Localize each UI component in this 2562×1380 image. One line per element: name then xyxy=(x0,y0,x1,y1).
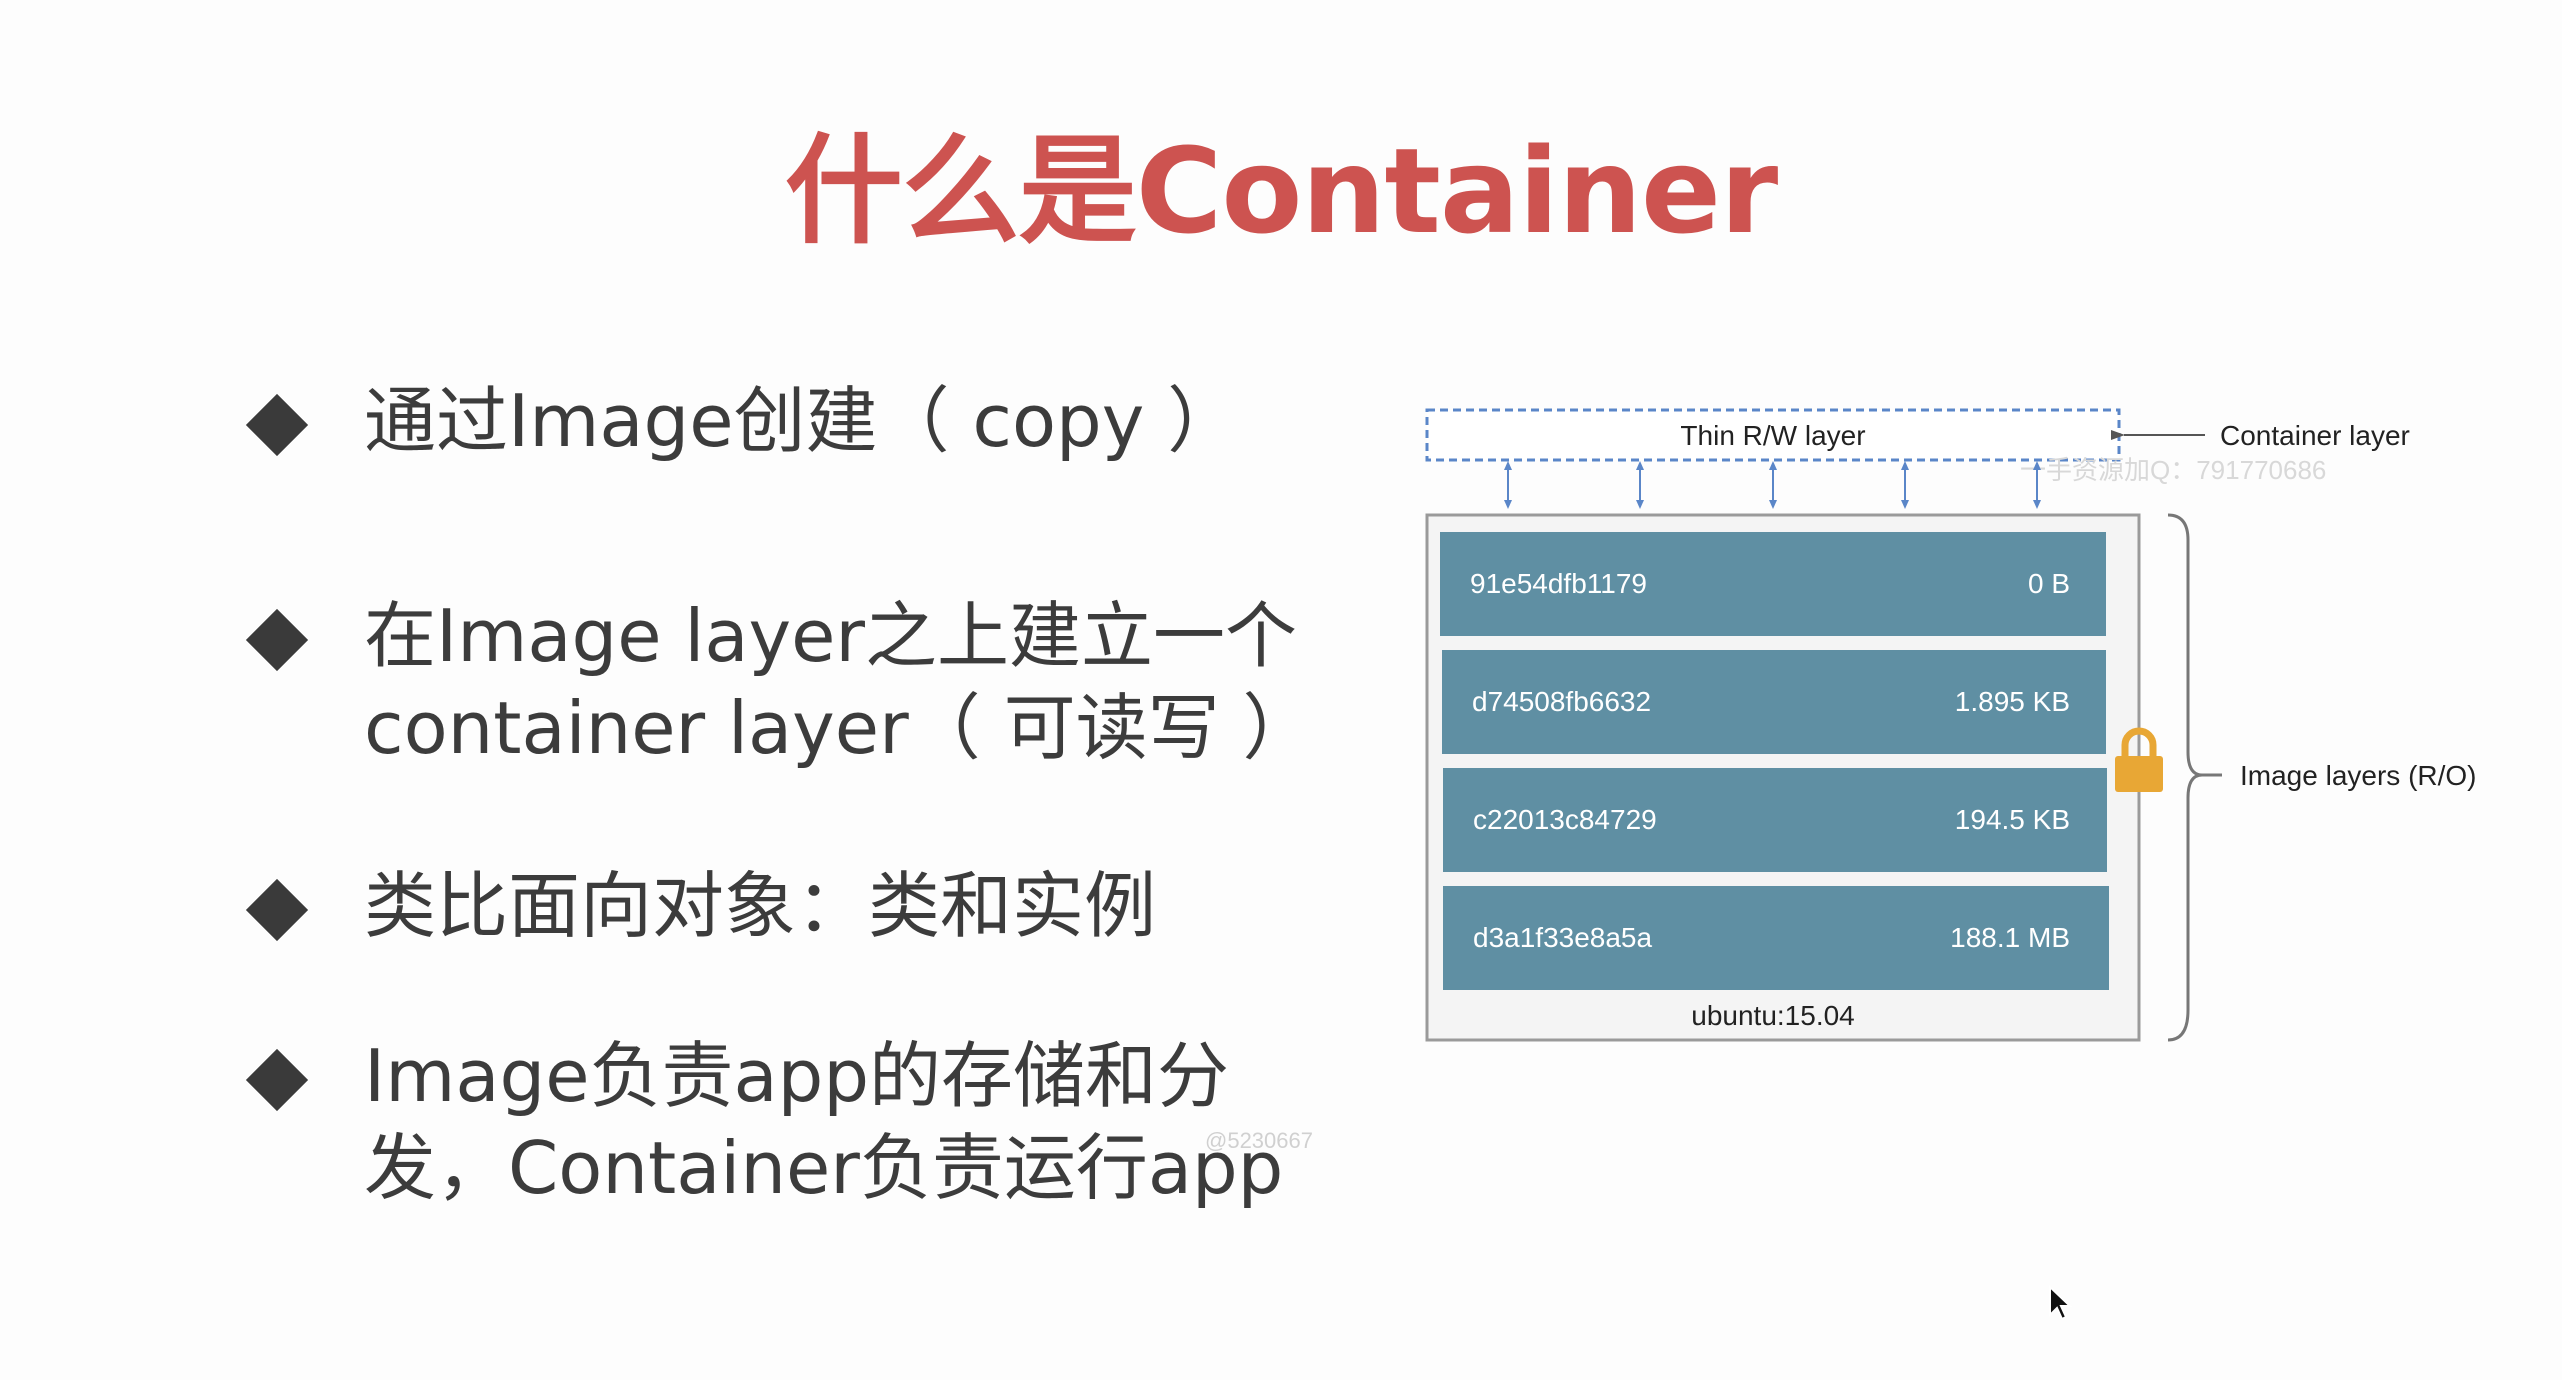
layer-id: d74508fb6632 xyxy=(1472,686,1651,717)
layer-size: 188.1 MB xyxy=(1950,922,2070,953)
image-layers-brace xyxy=(2167,513,2203,1042)
image-layer: c22013c84729 194.5 KB xyxy=(1443,768,2107,872)
container-layers-diagram: Thin R/W layer Container layer 一手资源加Q：79… xyxy=(1205,408,2477,1153)
container-layer-label: Container layer xyxy=(2220,420,2410,451)
layer-size: 0 B xyxy=(2028,568,2070,599)
image-layer: 91e54dfb1179 0 B xyxy=(1440,532,2106,636)
watermark-id: @5230667 xyxy=(1205,1128,1313,1153)
image-layer: d74508fb6632 1.895 KB xyxy=(1442,650,2106,754)
image-layers-label: Image layers (R/O) xyxy=(2240,760,2477,791)
layer-id: d3a1f33e8a5a xyxy=(1473,922,1653,953)
base-image-label: ubuntu:15.04 xyxy=(1691,1000,1855,1031)
layer-size: 194.5 KB xyxy=(1955,804,2070,835)
layer-id: c22013c84729 xyxy=(1473,804,1657,835)
slide: 什么是Container 通过Image创建（ copy ） 在Image la… xyxy=(0,0,2562,1380)
rw-arrows xyxy=(1504,461,2041,509)
layer-id: 91e54dfb1179 xyxy=(1470,568,1647,599)
thin-rw-layer-label: Thin R/W layer xyxy=(1680,420,1865,451)
watermark-qq: 一手资源加Q：791770686 xyxy=(2020,455,2326,485)
image-layer: d3a1f33e8a5a 188.1 MB xyxy=(1443,886,2109,990)
mouse-cursor-icon xyxy=(2049,1285,2073,1321)
layer-size: 1.895 KB xyxy=(1955,686,2070,717)
